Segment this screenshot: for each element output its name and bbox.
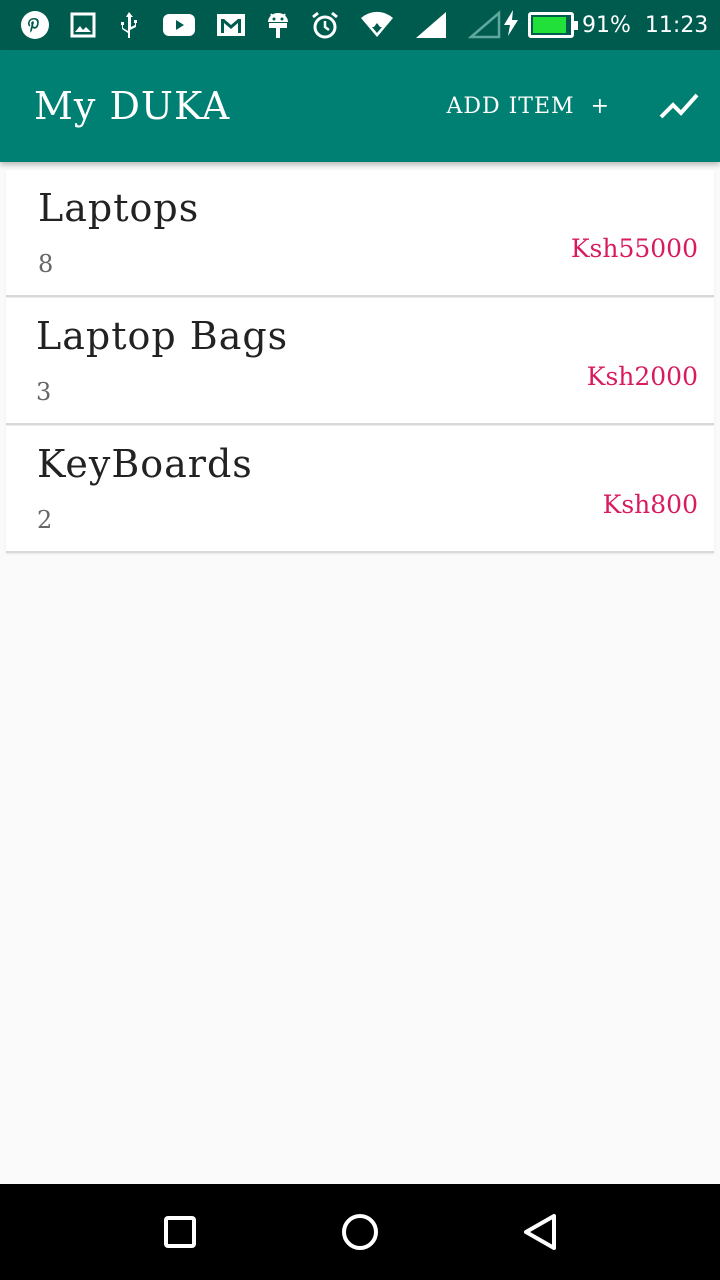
item-price: Ksh2000 bbox=[586, 362, 698, 391]
image-icon bbox=[70, 12, 96, 38]
item-name: KeyBoards bbox=[37, 442, 253, 486]
item-price: Ksh55000 bbox=[570, 234, 698, 263]
item-quantity: 2 bbox=[37, 506, 53, 534]
cell-signal-empty-icon bbox=[468, 10, 502, 40]
item-list: Laptops 8 Ksh55000 Laptop Bags 3 Ksh2000… bbox=[6, 170, 714, 553]
back-triangle-icon bbox=[524, 1214, 556, 1250]
charging-icon bbox=[502, 9, 520, 41]
recents-square-icon bbox=[164, 1216, 196, 1248]
app-actions: ADD ITEM + bbox=[446, 91, 700, 121]
list-item[interactable]: Laptops 8 Ksh55000 bbox=[6, 170, 714, 297]
usb-icon bbox=[116, 10, 142, 40]
item-name: Laptops bbox=[38, 186, 200, 230]
home-button[interactable] bbox=[270, 1212, 450, 1252]
item-quantity: 3 bbox=[36, 378, 52, 406]
alarm-icon bbox=[310, 10, 340, 40]
gmail-icon bbox=[216, 13, 246, 37]
list-item[interactable]: Laptop Bags 3 Ksh2000 bbox=[6, 298, 714, 425]
list-item[interactable]: KeyBoards 2 Ksh800 bbox=[6, 426, 714, 553]
wifi-icon bbox=[360, 11, 394, 39]
status-bar: 91% 11:23 bbox=[0, 0, 720, 50]
android-icon bbox=[266, 10, 290, 40]
battery-percent: 91% bbox=[582, 12, 631, 38]
add-item-button[interactable]: ADD ITEM + bbox=[446, 94, 610, 119]
battery-level bbox=[533, 17, 566, 33]
add-item-label: ADD ITEM bbox=[446, 93, 575, 119]
item-name: Laptop Bags bbox=[36, 314, 289, 358]
app-title: My DUKA bbox=[34, 84, 231, 128]
battery-icon bbox=[528, 12, 578, 38]
item-quantity: 8 bbox=[38, 250, 54, 278]
pinterest-icon bbox=[20, 10, 50, 40]
trending-up-icon[interactable] bbox=[658, 91, 700, 121]
recents-button[interactable] bbox=[90, 1214, 270, 1250]
back-button[interactable] bbox=[450, 1212, 630, 1252]
youtube-icon bbox=[162, 12, 196, 38]
plus-icon: + bbox=[590, 93, 610, 119]
home-circle-icon bbox=[342, 1214, 378, 1250]
clock: 11:23 bbox=[644, 12, 709, 38]
navigation-bar bbox=[0, 1184, 720, 1280]
cell-signal-icon bbox=[414, 10, 448, 40]
app-bar: My DUKA ADD ITEM + bbox=[0, 50, 720, 162]
notification-icons bbox=[20, 10, 502, 40]
status-right: 91% 11:23 bbox=[502, 9, 708, 41]
item-price: Ksh800 bbox=[602, 490, 698, 519]
